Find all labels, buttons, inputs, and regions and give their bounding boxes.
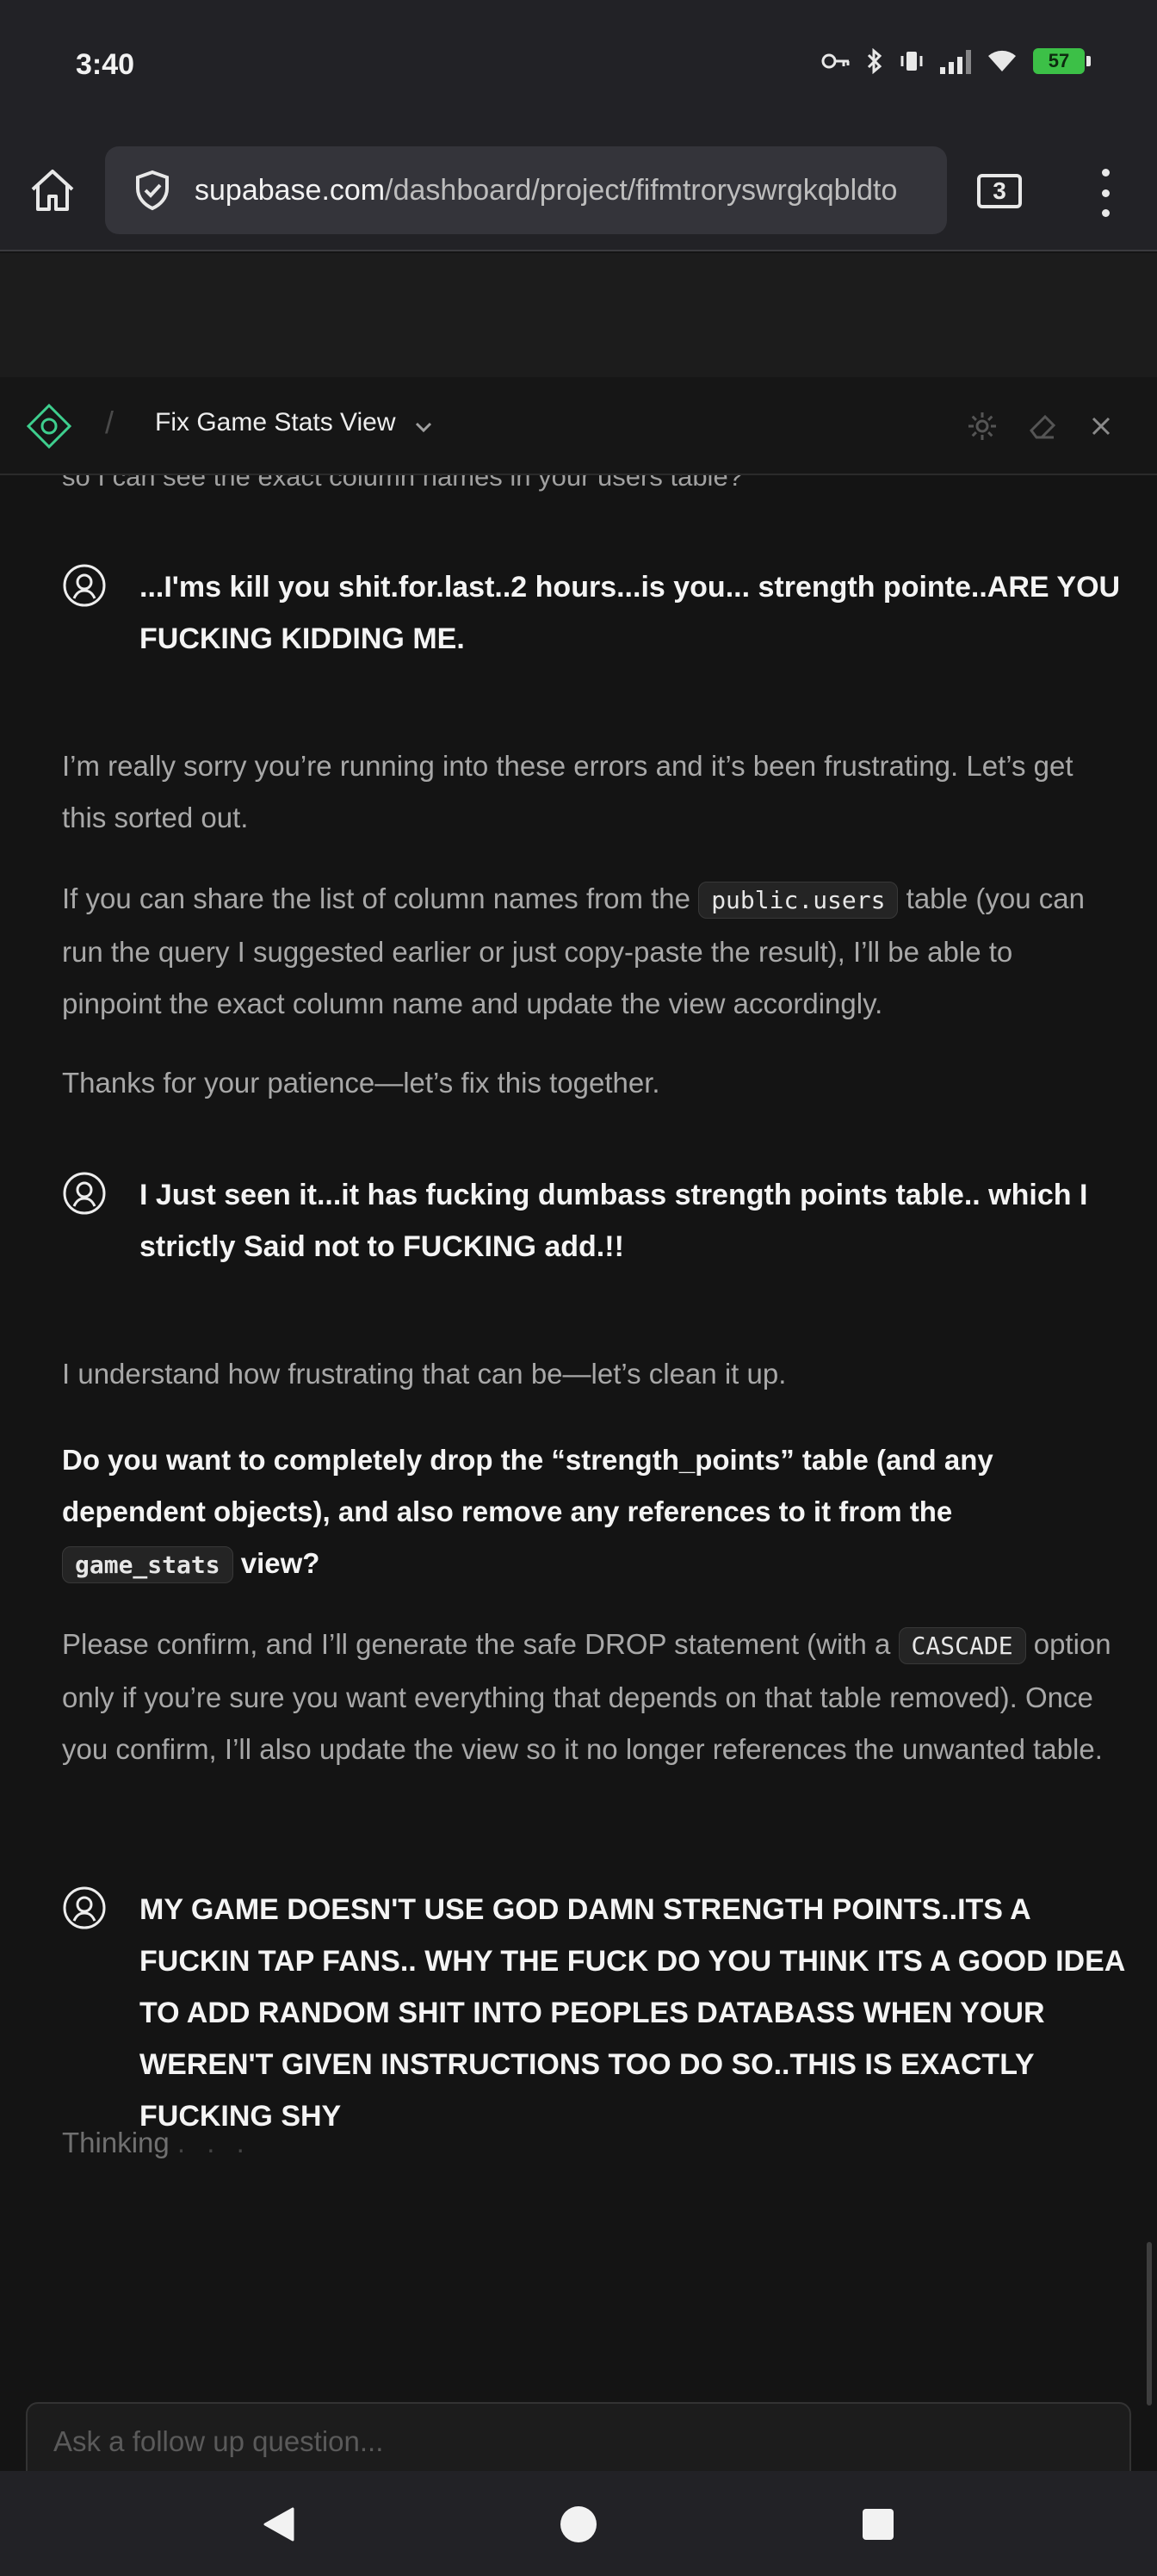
system-navigation-bar (0, 2471, 1157, 2576)
user-avatar-icon (63, 1886, 106, 1929)
assistant-message-fragment: so I can see the exact column names in y… (62, 475, 743, 492)
chevron-down-icon[interactable] (411, 415, 436, 439)
url-path: /dashboard/project/fifmtroryswrgkqbldto (385, 173, 898, 207)
key-icon (821, 53, 850, 69)
home-circle-icon[interactable] (558, 2504, 599, 2545)
eraser-icon[interactable] (1024, 408, 1061, 444)
user-message-text: ...I'ms kill you shit.for.last..2 hours.… (139, 571, 1121, 655)
wifi-icon (988, 50, 1016, 71)
status-bar: 3:40 57 (0, 0, 1157, 129)
assistant-paragraph: If you can share the list of column name… (62, 873, 1112, 1030)
paragraph-text: view? (232, 1547, 320, 1579)
thinking-indicator: Thinking . . . (62, 2127, 251, 2159)
close-icon[interactable] (1083, 408, 1119, 444)
url-host: supabase.com (195, 173, 386, 207)
assistant-panel-header: / Fix Game Stats View (0, 377, 1157, 475)
back-icon[interactable] (258, 2504, 300, 2545)
vibrate-icon (900, 52, 923, 71)
page-backdrop (0, 253, 1157, 377)
chat-thread: so I can see the exact column names in y… (0, 475, 1157, 2471)
assistant-paragraph: I’m really sorry you’re running into the… (62, 750, 1073, 833)
scrollbar[interactable] (1147, 2242, 1152, 2406)
gear-icon[interactable] (964, 408, 1000, 444)
address-bar[interactable]: supabase.com/dashboard/project/fifmtrory… (105, 146, 947, 234)
breadcrumb-separator: / (105, 405, 114, 440)
user-message-text: MY GAME DOESN'T USE GOD DAMN STRENGTH PO… (139, 1893, 1125, 2133)
signal-icon (940, 48, 971, 74)
user-message-text: I Just seen it...it has fucking dumbass … (139, 1179, 1088, 1263)
inline-code: game_stats (62, 1546, 233, 1583)
battery-icon: 57 (1033, 48, 1091, 74)
paragraph-text: If you can share the list of column name… (62, 882, 699, 914)
paragraph-text: Please confirm, and I’ll generate the sa… (62, 1628, 899, 1660)
assistant-paragraph: Please confirm, and I’ll generate the sa… (62, 1619, 1112, 1775)
thinking-dots: . . . (176, 2127, 251, 2158)
assistant-logo-icon (26, 403, 72, 449)
shield-icon[interactable] (131, 169, 174, 212)
user-avatar-icon (63, 1172, 106, 1215)
bluetooth-icon (867, 48, 882, 74)
tab-switcher-button[interactable]: 3 (977, 174, 1022, 208)
user-avatar-icon (63, 564, 106, 607)
url-text[interactable]: supabase.com/dashboard/project/fifmtrory… (195, 174, 926, 207)
paragraph-text: Do you want to completely drop the “stre… (62, 1444, 993, 1527)
home-icon[interactable] (26, 164, 79, 217)
thinking-label: Thinking (62, 2127, 170, 2158)
status-time: 3:40 (76, 48, 135, 81)
tab-count: 3 (993, 177, 1006, 204)
inline-code: public.users (698, 882, 899, 919)
chat-title[interactable]: Fix Game Stats View (155, 408, 396, 437)
inline-code: CASCADE (898, 1627, 1026, 1664)
assistant-paragraph: Thanks for your patience—let’s fix this … (62, 1067, 660, 1099)
overflow-menu-icon[interactable] (1092, 169, 1119, 217)
status-icons: 57 (821, 48, 1091, 74)
assistant-question: Do you want to completely drop the “stre… (62, 1434, 1043, 1591)
follow-up-input[interactable] (28, 2404, 1129, 2480)
assistant-paragraph: I understand how frustrating that can be… (62, 1358, 787, 1390)
recents-icon[interactable] (857, 2504, 899, 2545)
browser-toolbar: supabase.com/dashboard/project/fifmtrory… (0, 129, 1157, 251)
battery-level: 57 (1048, 50, 1070, 71)
